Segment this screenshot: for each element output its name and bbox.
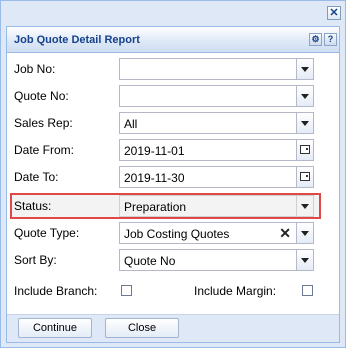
row-quote-type: Quote Type: Job Costing Quotes ✕ <box>7 222 339 244</box>
sort-by-label: Sort By: <box>14 253 57 267</box>
chevron-down-icon <box>301 231 309 236</box>
sort-by-value: Quote No <box>124 254 176 268</box>
sales-rep-value: All <box>124 117 138 131</box>
row-quote-no: Quote No: <box>7 85 339 107</box>
status-value: Preparation <box>124 200 187 214</box>
row-job-no: Job No: <box>7 58 339 80</box>
sales-rep-combo[interactable]: All <box>119 112 314 134</box>
job-no-combo[interactable] <box>119 58 314 80</box>
panel-header: Job Quote Detail Report ⚙ ? <box>7 27 339 53</box>
chevron-down-icon <box>301 121 309 126</box>
sales-rep-dropdown-trigger[interactable] <box>296 113 313 133</box>
date-from-picker-trigger[interactable] <box>296 140 313 160</box>
include-margin-checkbox[interactable] <box>302 285 313 296</box>
report-panel: Job Quote Detail Report ⚙ ? Job No: Quot… <box>6 26 340 343</box>
gear-icon[interactable]: ⚙ <box>309 33 322 46</box>
help-icon[interactable]: ? <box>324 33 337 46</box>
job-no-label: Job No: <box>14 62 56 76</box>
chevron-down-icon <box>301 258 309 263</box>
row-date-to: Date To: 2019-11-30 <box>7 166 339 188</box>
date-from-label: Date From: <box>14 143 75 157</box>
include-branch-label: Include Branch: <box>14 284 98 298</box>
date-to-value: 2019-11-30 <box>124 171 185 185</box>
date-to-field[interactable]: 2019-11-30 <box>119 166 314 188</box>
quote-type-label: Quote Type: <box>14 226 80 240</box>
quote-type-combo[interactable]: Job Costing Quotes ✕ <box>119 222 314 244</box>
status-dropdown-trigger[interactable] <box>296 196 313 216</box>
row-status: Status: Preparation <box>7 195 339 217</box>
sales-rep-label: Sales Rep: <box>14 116 73 130</box>
quote-no-label: Quote No: <box>14 89 69 103</box>
date-from-field[interactable]: 2019-11-01 <box>119 139 314 161</box>
window-close-icon[interactable]: ✕ <box>327 6 341 20</box>
row-sort-by: Sort By: Quote No <box>7 249 339 271</box>
include-margin-label: Include Margin: <box>194 284 277 298</box>
date-from-value: 2019-11-01 <box>124 144 185 158</box>
clear-icon[interactable]: ✕ <box>279 225 291 242</box>
report-window: ✕ Job Quote Detail Report ⚙ ? Job No: Qu… <box>0 0 346 348</box>
chevron-down-icon <box>301 204 309 209</box>
close-button[interactable]: Close <box>105 318 179 338</box>
calendar-icon <box>300 145 310 154</box>
date-to-label: Date To: <box>14 170 59 184</box>
quote-no-combo[interactable] <box>119 85 314 107</box>
row-sales-rep: Sales Rep: All <box>7 112 339 134</box>
chevron-down-icon <box>301 94 309 99</box>
sort-by-dropdown-trigger[interactable] <box>296 250 313 270</box>
quote-type-dropdown-trigger[interactable] <box>296 223 313 243</box>
date-to-picker-trigger[interactable] <box>296 167 313 187</box>
calendar-icon <box>300 172 310 181</box>
quote-no-dropdown-trigger[interactable] <box>296 86 313 106</box>
row-include-options: Include Branch: Include Margin: <box>7 280 339 302</box>
sort-by-combo[interactable]: Quote No <box>119 249 314 271</box>
row-date-from: Date From: 2019-11-01 <box>7 139 339 161</box>
quote-type-value: Job Costing Quotes <box>124 227 230 241</box>
include-branch-checkbox[interactable] <box>121 285 132 296</box>
continue-button[interactable]: Continue <box>18 318 92 338</box>
job-no-dropdown-trigger[interactable] <box>296 59 313 79</box>
status-label: Status: <box>14 199 52 213</box>
chevron-down-icon <box>301 67 309 72</box>
panel-footer: Continue Close <box>7 314 339 342</box>
panel-title: Job Quote Detail Report <box>14 34 140 46</box>
status-combo[interactable]: Preparation <box>119 195 314 217</box>
